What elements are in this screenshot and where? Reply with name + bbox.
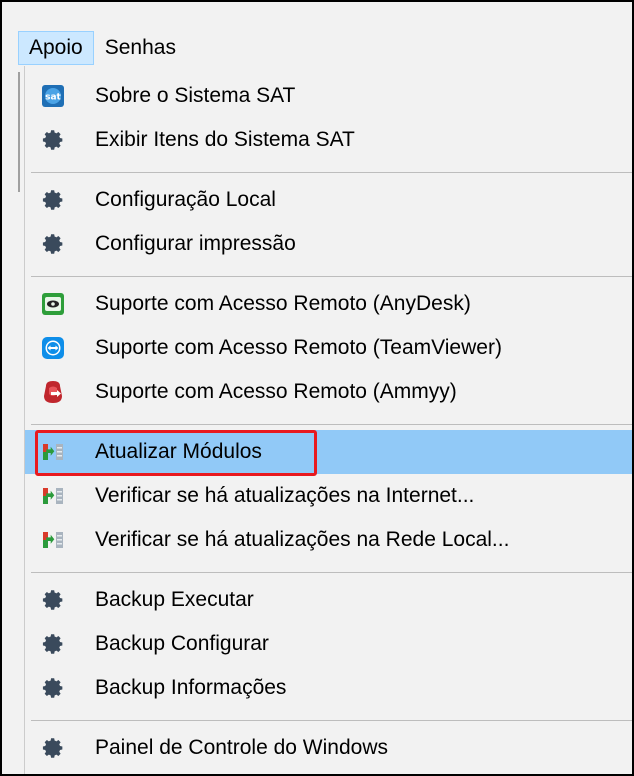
menu-separator	[31, 720, 632, 721]
menu-item-label: Sobre o Sistema SAT	[95, 84, 296, 107]
menu-item-label: Suporte com Acesso Remoto (TeamViewer)	[95, 336, 502, 359]
menu-item-label: Exibir Itens do Sistema SAT	[95, 128, 355, 151]
svg-text:sat: sat	[45, 93, 61, 103]
gear-icon	[41, 128, 65, 152]
menu-item-backup-informacoes[interactable]: Backup Informações	[25, 666, 632, 710]
gear-icon	[41, 736, 65, 760]
menu-separator	[31, 424, 632, 425]
menu-bar: Apoio Senhas	[18, 30, 187, 66]
menu-item-backup-configurar[interactable]: Backup Configurar	[25, 622, 632, 666]
menu-item-verificar-rede-local[interactable]: Verificar se há atualizações na Rede Loc…	[25, 518, 632, 562]
apoio-dropdown-menu: sat Sobre o Sistema SAT Exibir Itens do …	[24, 66, 632, 774]
menu-item-exibir-itens[interactable]: Exibir Itens do Sistema SAT	[25, 118, 632, 162]
menu-item-backup-executar[interactable]: Backup Executar	[25, 578, 632, 622]
menu-item-label: Configuração Local	[95, 188, 276, 211]
menu-item-label: Verificar se há atualizações na Internet…	[95, 484, 475, 507]
menu-item-verificar-internet[interactable]: Verificar se há atualizações na Internet…	[25, 474, 632, 518]
menu-item-label: Painel de Controle do Windows	[95, 736, 388, 759]
gear-icon	[41, 676, 65, 700]
menu-item-label: Verificar se há atualizações na Rede Loc…	[95, 528, 510, 551]
menu-senhas[interactable]: Senhas	[94, 31, 187, 65]
screenshot-frame: Apoio Senhas sat Sobre o Sistema SAT Exi…	[0, 0, 634, 776]
gear-icon	[41, 632, 65, 656]
ammyy-icon	[41, 380, 65, 404]
gear-icon	[41, 188, 65, 212]
menu-item-label: Atualizar Módulos	[95, 440, 262, 463]
menu-separator	[31, 276, 632, 277]
menu-separator	[31, 172, 632, 173]
update-modules-icon	[41, 528, 65, 552]
menu-separator	[31, 572, 632, 573]
menu-item-suporte-anydesk[interactable]: Suporte com Acesso Remoto (AnyDesk)	[25, 282, 632, 326]
menu-item-label: Suporte com Acesso Remoto (AnyDesk)	[95, 292, 471, 315]
menu-item-configurar-impressao[interactable]: Configurar impressão	[25, 222, 632, 266]
menu-item-painel-controle-windows[interactable]: Painel de Controle do Windows	[25, 726, 632, 770]
menu-item-suporte-ammyy[interactable]: Suporte com Acesso Remoto (Ammyy)	[25, 370, 632, 414]
gear-icon	[41, 588, 65, 612]
menu-item-configuracao-local[interactable]: Configuração Local	[25, 178, 632, 222]
menu-item-label: Suporte com Acesso Remoto (Ammyy)	[95, 380, 457, 403]
anydesk-icon	[41, 292, 65, 316]
menu-item-label: Configurar impressão	[95, 232, 296, 255]
menu-item-label: Backup Informações	[95, 676, 287, 699]
gear-icon	[41, 232, 65, 256]
menu-item-label: Backup Configurar	[95, 632, 269, 655]
update-modules-icon	[41, 484, 65, 508]
teamviewer-icon	[41, 336, 65, 360]
menu-item-atualizar-modulos[interactable]: Atualizar Módulos	[25, 430, 632, 476]
menu-apoio[interactable]: Apoio	[18, 31, 94, 65]
menu-item-suporte-teamviewer[interactable]: Suporte com Acesso Remoto (TeamViewer)	[25, 326, 632, 370]
sat-logo-icon: sat	[41, 84, 65, 108]
menu-item-label: Backup Executar	[95, 588, 254, 611]
menu-item-sobre-sistema-sat[interactable]: sat Sobre o Sistema SAT	[25, 74, 632, 118]
update-modules-icon	[41, 440, 65, 464]
window-edge-divider	[18, 72, 20, 192]
